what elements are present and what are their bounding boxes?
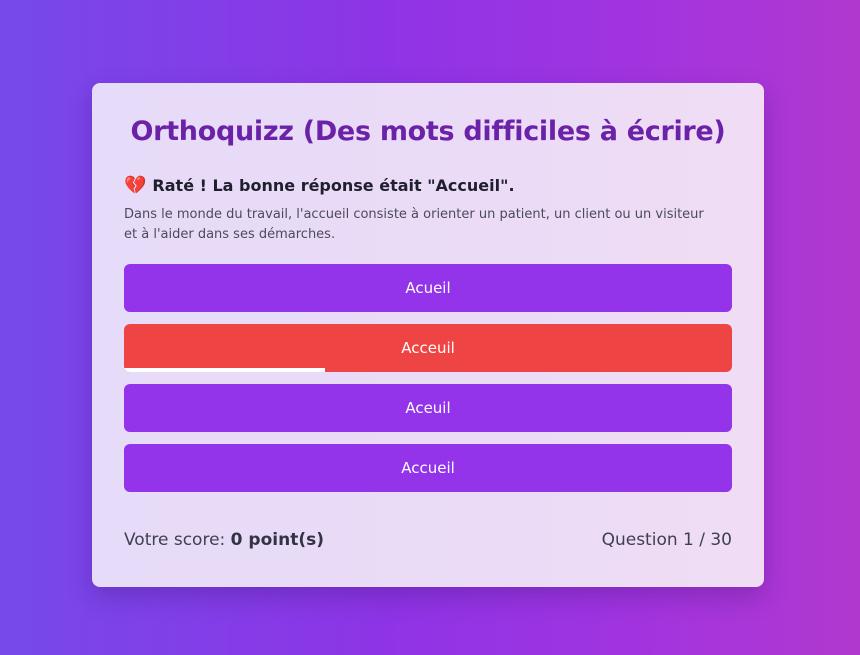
score-label: Votre score: bbox=[124, 530, 226, 550]
quiz-title: Orthoquizz (Des mots difficiles à écrire… bbox=[130, 116, 726, 147]
score-value: 0 point(s) bbox=[230, 530, 324, 550]
question-counter: Question 1 / 30 bbox=[601, 530, 732, 550]
quiz-card: Orthoquizz (Des mots difficiles à écrire… bbox=[92, 83, 764, 587]
feedback-text: Raté ! La bonne réponse était "Accueil". bbox=[152, 176, 515, 195]
feedback-message: 💔 Raté ! La bonne réponse était "Accueil… bbox=[124, 175, 732, 197]
score-display: Votre score: 0 point(s) bbox=[124, 529, 324, 551]
answer-button-2[interactable]: Acceuil bbox=[124, 324, 732, 372]
feedback-explanation: Dans le monde du travail, l'accueil cons… bbox=[124, 207, 704, 242]
broken-heart-icon: 💔 bbox=[124, 175, 147, 196]
answer-list: Acueil Acceuil Aceuil Accueil bbox=[124, 264, 732, 492]
answer-button-3[interactable]: Aceuil bbox=[124, 384, 732, 432]
answer-button-1[interactable]: Acueil bbox=[124, 264, 732, 312]
quiz-footer: Votre score: 0 point(s) Question 1 / 30 bbox=[124, 529, 732, 551]
timer-progress-bar bbox=[124, 368, 325, 372]
answer-button-4[interactable]: Accueil bbox=[124, 444, 732, 492]
answer-button-label: Acceuil bbox=[401, 339, 455, 357]
